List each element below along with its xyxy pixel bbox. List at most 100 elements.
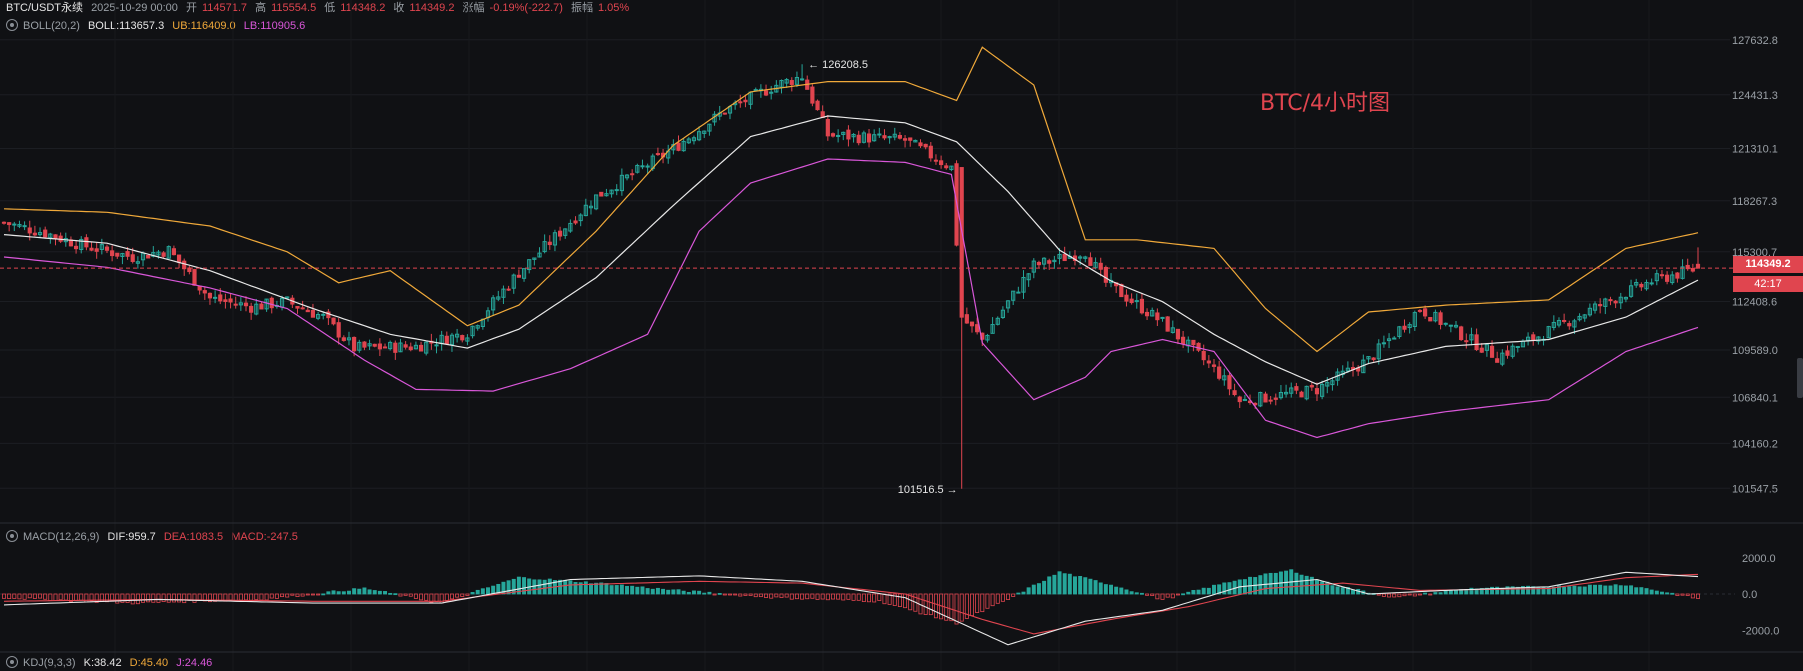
- macd-hist-bar: [1464, 589, 1469, 595]
- macd-hist-bar: [1654, 590, 1659, 595]
- candle-body: [1613, 300, 1618, 304]
- price-tick-label: 112408.6: [1732, 297, 1777, 309]
- macd-hist-bar: [295, 593, 300, 597]
- macd-hist-bar: [702, 592, 707, 595]
- candle-body: [171, 248, 177, 256]
- macd-hist-bar: [1150, 593, 1155, 596]
- macd-hist-bar: [53, 593, 58, 601]
- scrollbar-handle[interactable]: [1797, 358, 1803, 398]
- candle-body: [810, 86, 815, 104]
- price-tick-label: 127632.8: [1732, 35, 1778, 47]
- candle-body: [789, 80, 794, 85]
- candle-body: [43, 229, 48, 238]
- macd-hist-bar: [125, 593, 130, 603]
- candle-body: [1402, 325, 1407, 330]
- macd-hist-bar: [79, 593, 84, 601]
- macd-hist-bar: [1665, 592, 1670, 595]
- candle-body: [1165, 316, 1170, 332]
- candle-body: [856, 134, 861, 144]
- candle-body: [599, 191, 604, 197]
- candle-body: [1160, 316, 1165, 319]
- candle-body: [12, 223, 17, 226]
- candle-body: [362, 341, 367, 348]
- macd-hist-bar: [141, 593, 146, 603]
- candle-body: [352, 336, 357, 352]
- macd-tick-label: 2000.0: [1742, 553, 1776, 565]
- macd-hist-bar: [558, 579, 563, 595]
- macd-hist-bar: [532, 579, 537, 595]
- candle-body: [104, 246, 110, 251]
- candle-body: [815, 100, 820, 111]
- candle-body: [1139, 298, 1145, 314]
- macd-hist-bar: [362, 587, 367, 595]
- macd-hist-bar: [244, 593, 248, 601]
- macd-hist-bar: [1644, 588, 1649, 595]
- macd-hist-bar: [800, 593, 805, 600]
- chart-canvas[interactable]: 127632.8124431.3121310.1118267.3115300.7…: [0, 0, 1803, 671]
- macd-hist-bar: [949, 593, 954, 622]
- macd-hist-bar: [846, 593, 851, 600]
- macd-hist-bar: [980, 593, 985, 613]
- price-tick-label: 101547.5: [1732, 483, 1778, 495]
- macd-hist-bar: [1567, 586, 1572, 595]
- macd-hist-bar: [836, 593, 841, 600]
- candle-body: [403, 344, 408, 348]
- candle-body: [1381, 342, 1387, 345]
- macd-hist-bar: [408, 593, 413, 597]
- macd-hist-bar: [321, 593, 326, 596]
- macd-hist-bar: [1129, 591, 1134, 595]
- macd-hist-bar: [388, 592, 393, 595]
- candle-body: [382, 346, 388, 349]
- macd-hist-bar: [506, 580, 511, 595]
- macd-hist-bar: [1196, 589, 1201, 595]
- macd-hist-bar: [17, 593, 22, 600]
- macd-hist-bar: [192, 593, 197, 603]
- macd-hist-bar: [377, 590, 382, 595]
- macd-hist-bar: [12, 593, 17, 599]
- candle-body: [408, 346, 413, 351]
- candle-body: [1474, 334, 1479, 351]
- macd-hist-bar: [537, 579, 542, 595]
- macd-hist-bar: [645, 588, 650, 595]
- macd-hist-bar: [1340, 587, 1345, 595]
- candle-body: [1263, 393, 1268, 403]
- candle-body: [341, 337, 346, 341]
- candle-body: [630, 173, 635, 176]
- price-tick-label: 109589.0: [1732, 345, 1778, 357]
- macd-hist-bar: [758, 593, 763, 598]
- macd-hist-bar: [84, 593, 89, 603]
- macd-hist-bar: [1685, 593, 1690, 596]
- macd-hist-bar: [1623, 585, 1628, 595]
- macd-hist-bar: [331, 590, 336, 595]
- candle-body: [516, 274, 521, 278]
- candle-body: [939, 160, 944, 166]
- candle-body: [1273, 397, 1278, 400]
- macd-hist-bar: [1582, 586, 1587, 595]
- candle-body: [1016, 291, 1021, 294]
- macd-hist-bar: [661, 588, 666, 595]
- macd-hist-bar: [238, 593, 243, 601]
- macd-hist-bar: [1016, 592, 1021, 595]
- macd-hist-bar: [990, 593, 995, 607]
- macd-hist-bar: [815, 593, 820, 600]
- macd-hist-bar: [697, 590, 702, 595]
- candle-body: [799, 78, 805, 81]
- macd-hist-bar: [470, 592, 475, 595]
- macd-hist-bar: [403, 593, 408, 596]
- macd-hist-bar: [568, 580, 573, 595]
- macd-hist-bar: [74, 593, 79, 602]
- macd-hist-bar: [233, 593, 238, 602]
- macd-dif-line: [3, 571, 1699, 646]
- candle-body: [1206, 360, 1211, 364]
- macd-hist-bar: [171, 593, 176, 603]
- candle-body: [176, 254, 182, 263]
- macd-hist-bar: [1629, 585, 1634, 595]
- macd-hist-bar: [1078, 575, 1083, 595]
- candle-body: [213, 296, 218, 299]
- candle-body: [866, 133, 872, 143]
- candle-body: [336, 322, 341, 338]
- candle-body: [418, 344, 424, 352]
- macd-hist-bar: [280, 593, 285, 598]
- candle-body: [1047, 260, 1052, 264]
- macd-hist-bar: [851, 593, 856, 601]
